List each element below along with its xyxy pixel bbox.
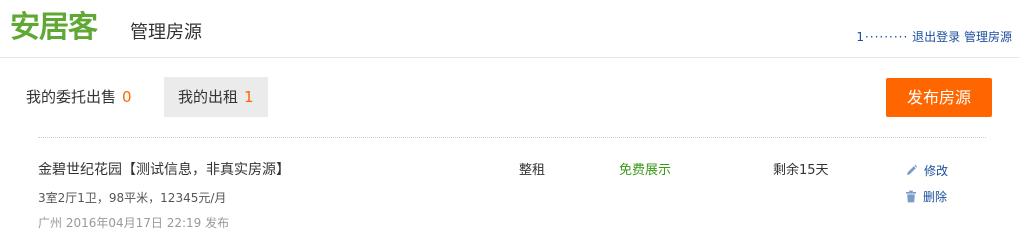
divider [38,137,986,138]
delete-label: 删除 [923,190,948,204]
username[interactable]: 1········· [856,30,908,44]
manage-listings-link[interactable]: 管理房源 [964,30,1012,44]
edit-button[interactable]: 修改 [905,163,948,179]
pencil-icon [907,164,918,175]
tab-label: 我的委托出售 [26,88,117,106]
trash-icon [906,190,916,203]
listing-date: 广州 2016年04月17日 22:19 发布 [38,216,230,230]
tab-label: 我的出租 [178,88,239,106]
listing-row: 金碧世纪花园【测试信息，非真实房源】 3室2厅1卫，98平米，12345元/月 … [0,150,1020,241]
page-title: 管理房源 [130,22,202,43]
listing-title[interactable]: 金碧世纪花园【测试信息，非真实房源】 [38,160,290,180]
edit-label: 修改 [924,164,949,178]
tab-count: 1 [244,88,254,106]
anjuke-logo[interactable]: 安居客 [10,8,98,48]
tab-count: 0 [122,88,132,106]
top-header: 安居客 管理房源 1········· 退出登录 管理房源 [0,0,1020,58]
tab-my-sale-entrust[interactable]: 我的委托出售 0 [12,77,146,117]
tab-my-rentals[interactable]: 我的出租 1 [164,77,268,117]
delete-button[interactable]: 删除 [905,189,947,205]
listing-spec: 3室2厅1卫，98平米，12345元/月 [38,191,227,205]
rent-type: 整租 [519,163,546,178]
display-status: 免费展示 [619,163,672,178]
publish-listing-button[interactable]: 发布房源 [886,78,992,117]
user-area: 1········· 退出登录 管理房源 [846,29,1012,45]
days-remaining: 剩余15天 [773,163,829,178]
logout-link[interactable]: 退出登录 [912,30,960,44]
